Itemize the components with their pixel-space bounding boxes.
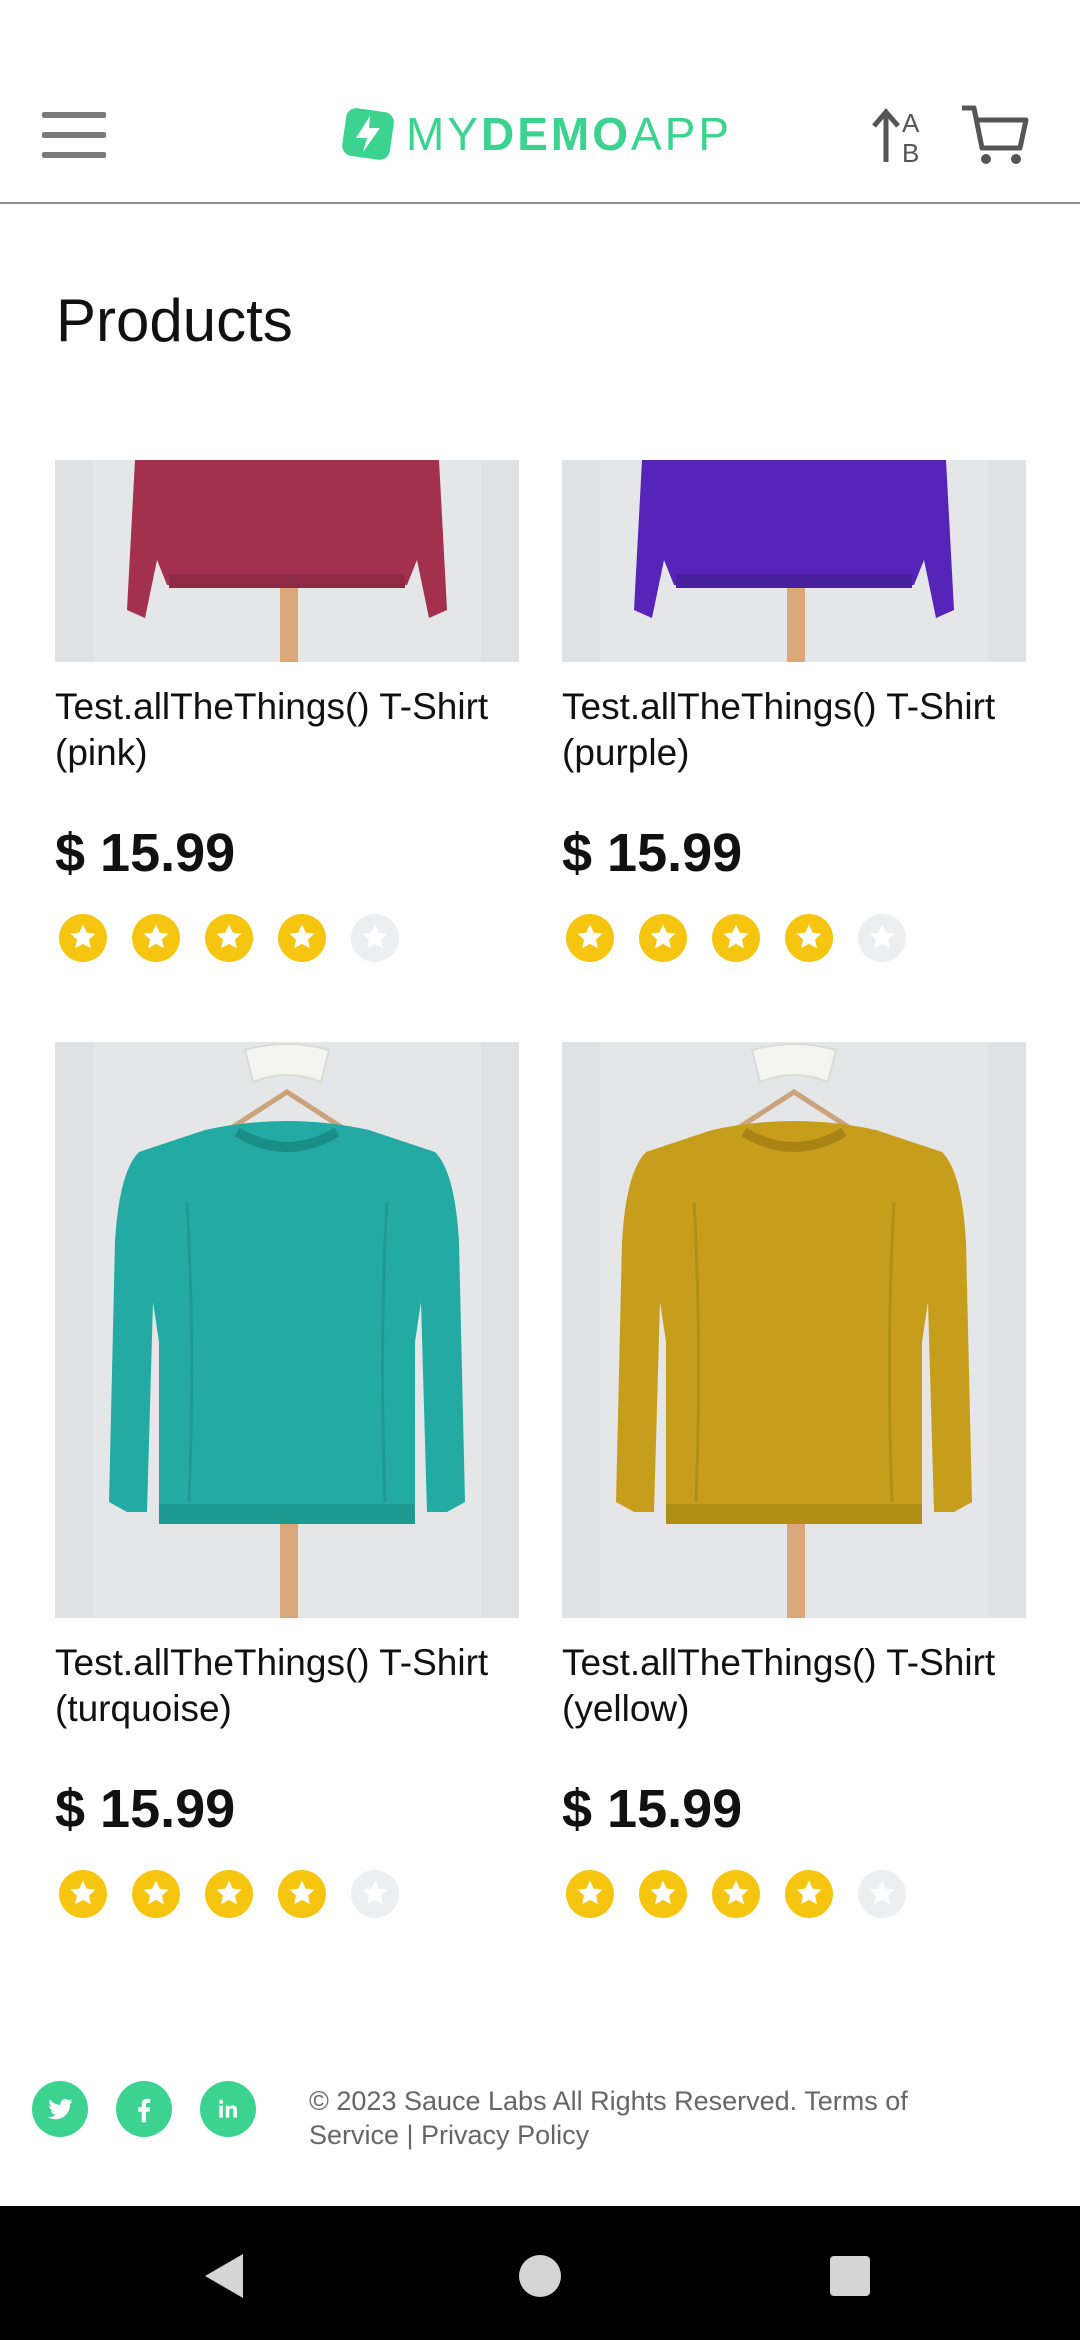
product-price: $ 15.99 [562,823,743,883]
page-title: Products [56,287,293,354]
product-name[interactable]: Test.allTheThings() T-Shirt (turquoise) [55,1640,519,1732]
star-icon[interactable] [205,1870,253,1918]
product-card-turquoise[interactable]: Test.allTheThings() T-Shirt (turquoise) … [55,1042,519,1918]
product-card-purple[interactable]: Test.allTheThings() T-Shirt (purple) $ 1… [562,460,1026,962]
product-image[interactable] [55,1042,519,1618]
svg-text:B: B [902,138,919,166]
logo-text-my: MY [406,108,481,160]
star-icon[interactable] [858,1870,906,1918]
social-links [32,2081,284,2137]
menu-icon[interactable] [42,112,106,158]
star-icon[interactable] [59,914,107,962]
system-nav-bar [0,2206,1080,2340]
star-icon[interactable] [278,1870,326,1918]
star-icon[interactable] [351,1870,399,1918]
rating-stars[interactable] [55,1870,519,1918]
star-icon[interactable] [59,1870,107,1918]
linkedin-icon[interactable] [200,2081,256,2137]
recent-apps-icon[interactable] [830,2256,870,2296]
star-icon[interactable] [278,914,326,962]
product-price: $ 15.99 [55,823,236,883]
product-card-yellow[interactable]: Test.allTheThings() T-Shirt (yellow) $ 1… [562,1042,1026,1918]
star-icon[interactable] [566,914,614,962]
facebook-icon[interactable] [116,2081,172,2137]
product-name[interactable]: Test.allTheThings() T-Shirt (yellow) [562,1640,1026,1732]
star-icon[interactable] [639,1870,687,1918]
star-icon[interactable] [566,1870,614,1918]
app-header: MYDEMOAPP A B [0,0,1080,204]
product-image[interactable] [562,1042,1026,1618]
star-icon[interactable] [712,1870,760,1918]
star-icon[interactable] [205,914,253,962]
star-icon[interactable] [858,914,906,962]
star-icon[interactable] [351,914,399,962]
cart-icon[interactable] [960,102,1030,168]
rating-stars[interactable] [55,914,519,962]
app-logo: MYDEMOAPP [340,104,732,164]
rating-stars[interactable] [562,1870,1026,1918]
logo-text-app: APP [631,108,733,160]
back-icon[interactable] [205,2254,243,2298]
product-image[interactable] [562,460,1026,662]
rating-stars[interactable] [562,914,1026,962]
product-price: $ 15.99 [562,1779,743,1839]
home-icon[interactable] [519,2255,561,2297]
footer-copyright[interactable]: © 2023 Sauce Labs All Rights Reserved. T… [309,2084,969,2152]
star-icon[interactable] [132,914,180,962]
star-icon[interactable] [639,914,687,962]
product-name[interactable]: Test.allTheThings() T-Shirt (pink) [55,684,519,776]
star-icon[interactable] [785,1870,833,1918]
star-icon[interactable] [132,1870,180,1918]
product-price: $ 15.99 [55,1779,236,1839]
product-name[interactable]: Test.allTheThings() T-Shirt (purple) [562,684,1026,776]
logo-text: MYDEMOAPP [406,107,732,161]
product-image[interactable] [55,460,519,662]
logo-icon [342,108,394,160]
sort-icon[interactable]: A B [868,104,932,168]
logo-text-demo: DEMO [481,108,631,160]
star-icon[interactable] [712,914,760,962]
twitter-icon[interactable] [32,2081,88,2137]
product-card-pink[interactable]: Test.allTheThings() T-Shirt (pink) $ 15.… [55,460,519,962]
svg-text:A: A [902,108,920,138]
star-icon[interactable] [785,914,833,962]
